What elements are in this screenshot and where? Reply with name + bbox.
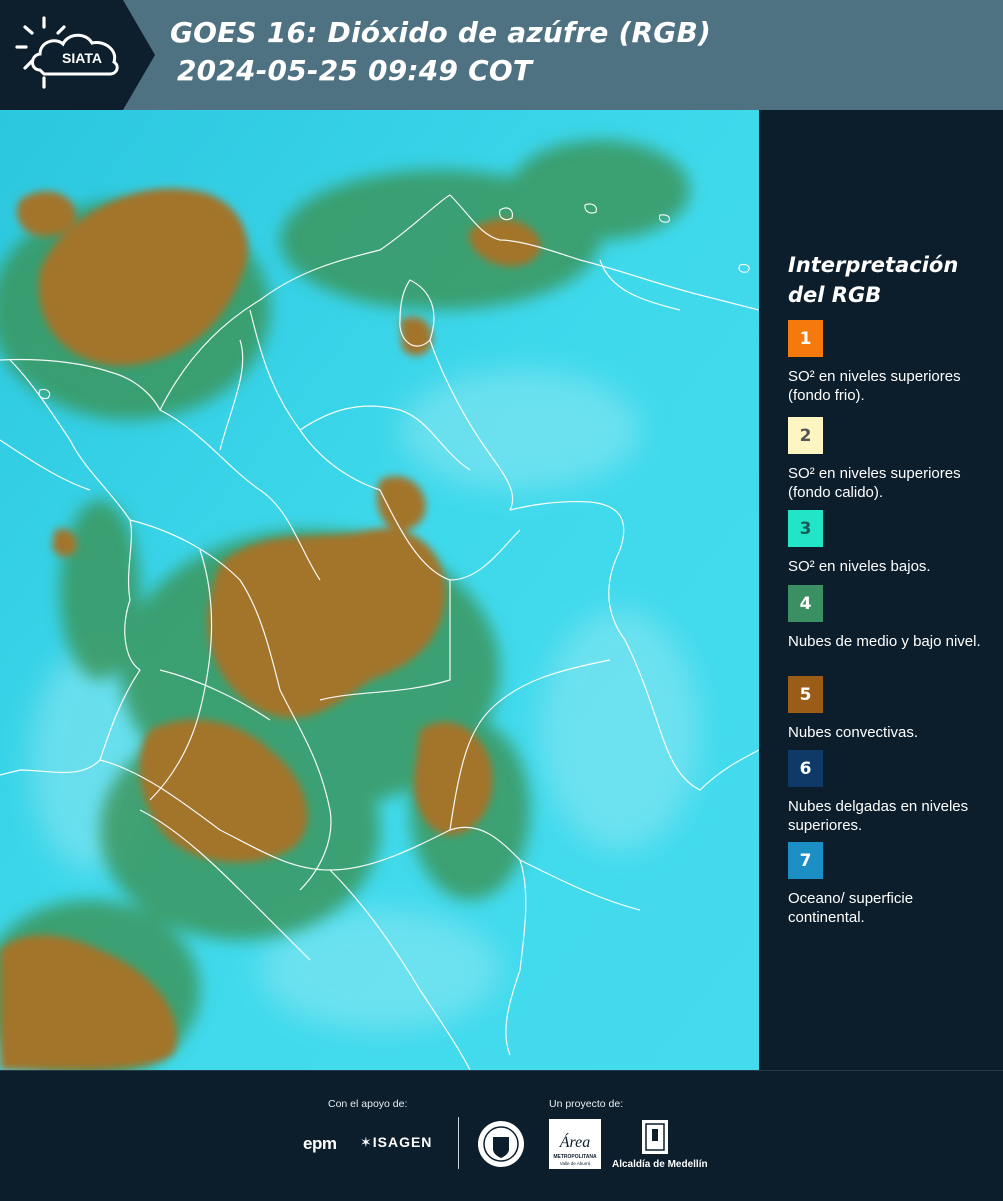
- support-label: Con el apoyo de:: [328, 1098, 408, 1110]
- siata-logo-icon: SIATA: [0, 0, 155, 110]
- legend-label: Nubes convectivas.: [788, 724, 919, 741]
- legend-number: 7: [799, 850, 812, 871]
- metro-logo-sub1: METROPOLITANA: [553, 1154, 597, 1160]
- siata-logo: SIATA: [0, 0, 155, 110]
- legend-swatch-6: 6: [788, 750, 823, 787]
- legend-swatch-3: 3: [788, 510, 823, 547]
- rgb-legend: Interpretación del RGB 1 SO² en niveles …: [788, 250, 988, 926]
- legend-swatch-2: 2: [788, 417, 823, 454]
- legend-swatch-4: 4: [788, 585, 823, 622]
- legend-item-2: 2 SO² en niveles superiores (fondo calid…: [788, 417, 988, 502]
- header-bar: SIATA GOES 16: Dióxido de azúfre (RGB) 2…: [0, 0, 1003, 110]
- legend-item-3: 3 SO² en niveles bajos.: [788, 510, 988, 576]
- title-line-datetime: 2024-05-25 09:49 COT: [177, 54, 533, 87]
- page-title: GOES 16: Dióxido de azúfre (RGB) 2024-05…: [170, 14, 711, 90]
- legend-item-5: 5 Nubes convectivas.: [788, 676, 988, 742]
- legend-label: SO² en niveles superiores (fondo calido)…: [788, 465, 961, 501]
- legend-number: 4: [799, 593, 812, 614]
- footer: Con el apoyo de: Un proyecto de: epm ✶IS…: [0, 1070, 1003, 1201]
- legend-item-4: 4 Nubes de medio y bajo nivel.: [788, 585, 988, 651]
- title-line-product: GOES 16: Dióxido de azúfre (RGB): [170, 16, 712, 49]
- legend-label: Nubes de medio y bajo nivel.: [788, 633, 981, 650]
- legend-swatch-7: 7: [788, 842, 823, 879]
- metro-logo-text: Área: [559, 1132, 591, 1151]
- footer-divider: [458, 1117, 459, 1169]
- isagen-logo-text: ISAGEN: [372, 1134, 433, 1150]
- epm-logo: epm: [303, 1134, 337, 1154]
- isagen-star-icon: ✶: [360, 1134, 373, 1150]
- legend-item-6: 6 Nubes delgadas en niveles superiores.: [788, 750, 988, 835]
- isagen-logo: ✶ISAGEN: [360, 1134, 432, 1151]
- legend-label: Oceano/ superficie continental.: [788, 890, 914, 926]
- legend-number: 6: [799, 758, 812, 779]
- legend-item-7: 7 Oceano/ superficie continental.: [788, 842, 988, 927]
- satellite-rgb-map-image[interactable]: [0, 110, 760, 1080]
- legend-item-1: 1 SO² en niveles superiores (fondo frio)…: [788, 320, 988, 405]
- project-label: Un proyecto de:: [549, 1098, 624, 1110]
- legend-number: 1: [799, 328, 812, 349]
- medellin-seal-icon: [478, 1121, 524, 1167]
- legend-swatch-1: 1: [788, 320, 823, 357]
- legend-label: Nubes delgadas en niveles superiores.: [788, 798, 969, 834]
- legend-label: SO² en niveles superiores (fondo frio).: [788, 368, 961, 404]
- legend-swatch-5: 5: [788, 676, 823, 713]
- metro-logo-sub2: Valle de Aburrá: [560, 1161, 591, 1166]
- area-metropolitana-logo: Área METROPOLITANA Valle de Aburrá: [549, 1119, 601, 1169]
- alcaldia-text: Alcaldía de Medellín: [612, 1159, 708, 1170]
- legend-number: 3: [799, 518, 812, 539]
- alcaldia-shield-icon: [642, 1120, 668, 1154]
- legend-label: SO² en niveles bajos.: [788, 558, 931, 575]
- legend-number: 5: [799, 684, 812, 705]
- siata-logo-text: SIATA: [62, 50, 102, 66]
- epm-logo-text: epm: [303, 1134, 337, 1153]
- legend-number: 2: [799, 425, 812, 446]
- satellite-map[interactable]: [0, 110, 760, 1080]
- legend-title: Interpretación del RGB: [788, 253, 959, 307]
